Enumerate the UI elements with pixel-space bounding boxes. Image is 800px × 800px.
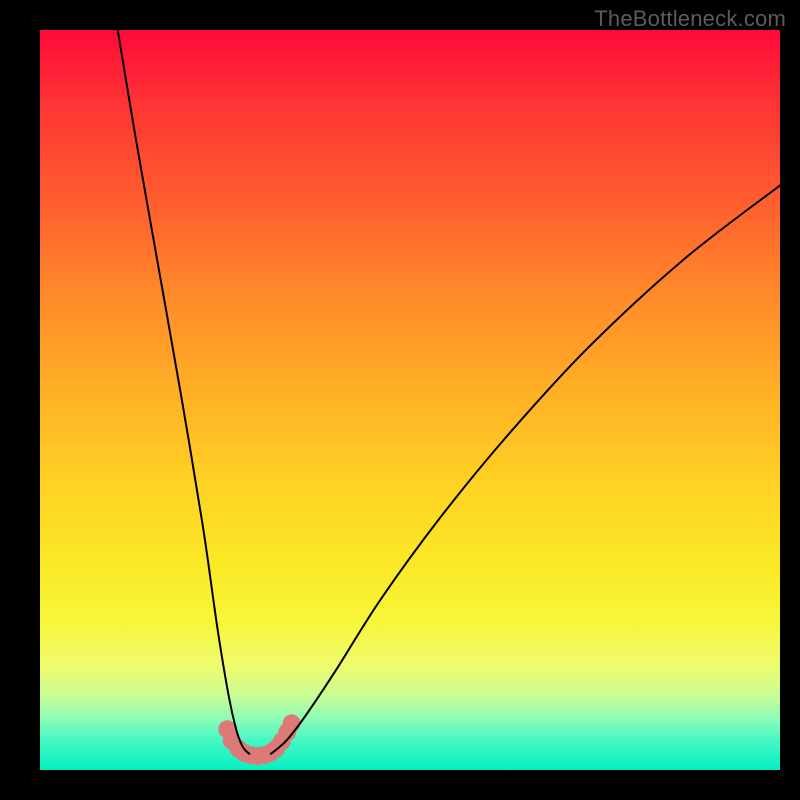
chart-plot-area	[40, 30, 780, 770]
series-right-branch	[271, 185, 780, 753]
watermark-text: TheBottleneck.com	[594, 6, 786, 32]
chart-frame: TheBottleneck.com	[0, 0, 800, 800]
series-left-branch	[118, 30, 250, 754]
series-path	[271, 185, 780, 753]
series-path	[118, 30, 250, 754]
chart-svg	[40, 30, 780, 770]
series-marker	[283, 714, 301, 732]
